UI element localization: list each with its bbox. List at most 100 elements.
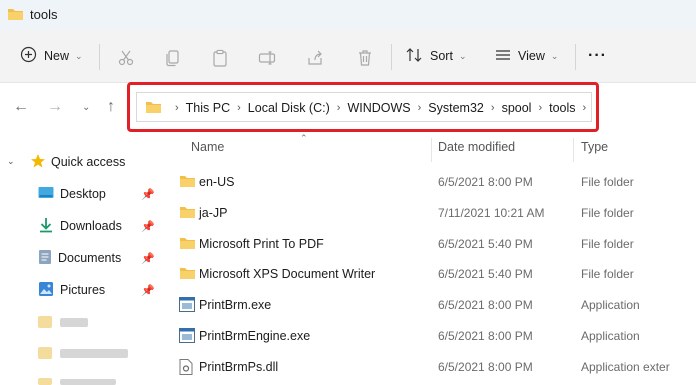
documents-icon [38,249,52,268]
file-date-modified: 6/5/2021 8:00 PM [438,360,533,374]
file-row[interactable]: PrintBrmEngine.exe 6/5/2021 8:00 PM Appl… [170,321,696,351]
sidebar-item-label: Documents [58,251,122,265]
up-arrow-icon[interactable]: ↑ [107,97,115,117]
sidebar-item-label: Quick access [51,155,126,169]
sidebar-item-pictures[interactable]: Pictures [38,279,105,301]
cut-icon[interactable] [117,44,135,72]
folder-icon [179,174,196,191]
application-icon [179,297,195,315]
file-type: Application exter [581,360,670,374]
pin-icon[interactable]: 📌 [141,284,155,297]
column-header-type[interactable]: Type [581,140,608,164]
file-date-modified: 6/5/2021 8:00 PM [438,298,533,312]
pin-icon[interactable]: 📌 [141,188,155,201]
file-date-modified: 6/5/2021 8:00 PM [438,329,533,343]
file-name: Microsoft XPS Document Writer [199,267,376,281]
file-row[interactable]: ja-JP 7/11/2021 10:21 AM File folder [170,198,696,228]
redacted-item[interactable] [60,349,128,358]
sidebar-item-downloads[interactable]: Downloads [38,215,122,237]
file-name: en-US [199,175,235,189]
share-icon[interactable] [306,44,324,72]
toolbar-divider [575,44,576,70]
file-type: File folder [581,237,634,251]
more-options-button[interactable]: ··· [588,42,607,70]
pictures-icon [38,281,54,300]
file-row[interactable]: en-US 6/5/2021 8:00 PM File folder [170,167,696,197]
chevron-down-icon: ⌄ [75,50,83,61]
pin-icon[interactable]: 📌 [141,220,155,233]
plus-circle-icon [20,46,37,66]
chevron-down-icon: ⌄ [550,50,559,61]
folder-icon [179,205,196,222]
redacted-item[interactable] [60,379,116,385]
paste-icon[interactable] [211,44,229,72]
sidebar-item-label: Pictures [60,283,106,297]
column-divider[interactable] [573,138,574,162]
desktop-icon [38,186,54,203]
file-type: Application [581,329,640,343]
recent-locations-chevron-icon[interactable]: ⌄ [82,98,90,118]
toolbar-divider [391,44,392,70]
file-date-modified: 7/11/2021 10:21 AM [438,206,545,220]
sort-button-label: Sort [430,49,453,63]
chevron-down-icon[interactable]: ⌄ [7,156,15,167]
file-name: Microsoft Print To PDF [199,237,324,251]
dll-icon [179,359,193,378]
delete-icon[interactable] [356,44,374,72]
sidebar-item-desktop[interactable]: Desktop [38,183,106,205]
file-type: Application [581,298,640,312]
file-type: File folder [581,175,634,189]
file-row[interactable]: PrintBrm.exe 6/5/2021 8:00 PM Applicatio… [170,290,696,320]
new-button-label: New [44,49,70,63]
file-row[interactable]: Microsoft XPS Document Writer 6/5/2021 5… [170,259,696,289]
star-icon [30,153,46,172]
folder-icon [179,236,196,253]
view-icon [494,46,512,67]
file-row[interactable]: PrintBrmPs.dll 6/5/2021 8:00 PM Applicat… [170,352,696,382]
pin-icon[interactable]: 📌 [141,252,155,265]
chevron-down-icon: ⌄ [458,50,467,61]
copy-icon[interactable] [164,44,182,72]
folder-icon [179,266,196,283]
rename-icon[interactable] [258,44,276,72]
back-arrow-icon[interactable]: ← [13,97,29,117]
redacted-item[interactable] [60,318,88,327]
file-name: ja-JP [199,206,228,220]
navigation-pane: ⌄ Quick access Desktop 📌 Downloads 📌 Doc… [0,140,160,385]
sidebar-item-label: Downloads [60,219,122,233]
redacted-folder-icon [38,316,52,328]
command-bar: New ⌄ Sort ⌄ View ⌄ ··· [0,30,696,83]
file-type: File folder [581,267,634,281]
file-name: PrintBrmEngine.exe [199,329,311,343]
column-header-date-modified[interactable]: Date modified [438,140,515,164]
sidebar-item-quick-access[interactable]: Quick access [30,151,125,173]
file-date-modified: 6/5/2021 8:00 PM [438,175,533,189]
column-divider[interactable] [431,138,432,162]
file-name: PrintBrmPs.dll [199,360,279,374]
file-date-modified: 6/5/2021 5:40 PM [438,237,533,251]
sort-button[interactable]: Sort ⌄ [405,42,466,70]
sort-icon [405,46,423,67]
view-button-label: View [518,49,545,63]
sidebar-item-documents[interactable]: Documents [38,247,121,269]
sort-ascending-indicator-icon: ⌃ [300,133,308,143]
forward-arrow-icon[interactable]: → [47,97,63,117]
more-options-label: ··· [588,47,607,64]
address-highlight-box [127,82,599,132]
folder-icon [7,7,24,24]
title-bar: tools [0,0,696,30]
redacted-folder-icon [38,347,52,359]
toolbar-divider [99,44,100,70]
file-row[interactable]: Microsoft Print To PDF 6/5/2021 5:40 PM … [170,229,696,259]
file-type: File folder [581,206,634,220]
new-button[interactable]: New ⌄ [20,42,83,70]
file-name: PrintBrm.exe [199,298,272,312]
sidebar-item-label: Desktop [60,187,106,201]
application-icon [179,328,195,346]
column-header-name[interactable]: Name [191,140,224,164]
window-title: tools [30,7,58,22]
view-button[interactable]: View ⌄ [494,42,558,70]
redacted-folder-icon [38,378,52,385]
file-date-modified: 6/5/2021 5:40 PM [438,267,533,281]
download-icon [38,217,54,236]
